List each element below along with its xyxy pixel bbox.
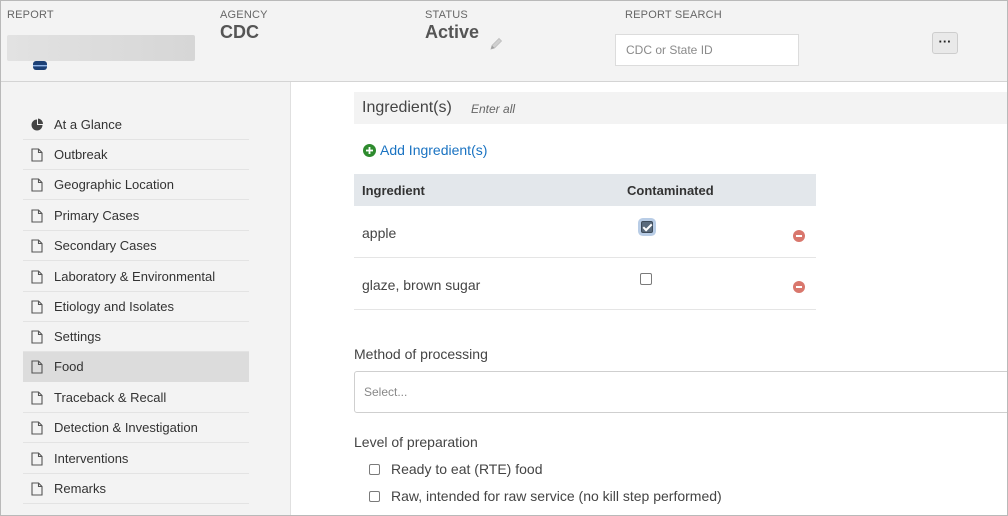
method-of-processing-select[interactable]: Select... xyxy=(354,371,1007,413)
edit-pencil-icon[interactable] xyxy=(488,36,504,52)
sidebar-item-label: Food xyxy=(54,359,84,374)
sidebar-item-label: Remarks xyxy=(54,481,107,496)
sidebar-item-label: Laboratory & Environmental xyxy=(54,269,216,284)
remove-ingredient-icon[interactable] xyxy=(793,281,805,293)
ingredient-name: glaze, brown sugar xyxy=(362,277,481,293)
document-icon xyxy=(31,239,43,253)
sidebar-item-label: Primary Cases xyxy=(54,208,140,223)
agency-value: CDC xyxy=(220,22,259,42)
document-icon xyxy=(31,178,43,192)
sidebar-item-label: Outbreak xyxy=(54,147,108,162)
sidebar-item-label: Detection & Investigation xyxy=(54,420,198,435)
remove-ingredient-icon[interactable] xyxy=(793,230,805,242)
food-section-content: Ingredient(s) Enter all Add Ingredient(s… xyxy=(291,82,1007,515)
sidebar-item-detection-investigation[interactable]: Detection & Investigation xyxy=(23,413,249,443)
plus-circle-icon xyxy=(363,144,376,157)
option-label: Ready to eat (RTE) food xyxy=(391,461,543,477)
column-header-contaminated: Contaminated xyxy=(627,183,714,198)
sidebar-item-secondary-cases[interactable]: Secondary Cases xyxy=(23,231,249,261)
ingredients-table-header: Ingredient Contaminated xyxy=(354,174,816,206)
status-value: Active xyxy=(425,22,480,42)
sidebar-item-label: Traceback & Recall xyxy=(54,390,167,405)
sidebar-item-traceback-recall[interactable]: Traceback & Recall xyxy=(23,383,249,413)
sidebar-item-label: Settings xyxy=(54,329,101,344)
sidebar-item-etiology-isolates[interactable]: Etiology and Isolates xyxy=(23,292,249,322)
table-row: glaze, brown sugar xyxy=(354,258,816,310)
table-row: apple xyxy=(354,206,816,258)
method-of-processing-label: Method of processing xyxy=(354,346,488,362)
document-icon xyxy=(31,270,43,284)
agency-label: AGENCY xyxy=(220,9,268,21)
sidebar-item-outbreak[interactable]: Outbreak xyxy=(23,140,249,170)
sidebar-item-geographic-location[interactable]: Geographic Location xyxy=(23,170,249,200)
ingredient-name: apple xyxy=(362,225,397,241)
sidebar-item-label: Interventions xyxy=(54,451,129,466)
sidebar-item-label: Etiology and Isolates xyxy=(54,299,174,314)
sidebar-item-food[interactable]: Food xyxy=(23,352,249,382)
sidebar-item-label: Geographic Location xyxy=(54,177,174,192)
document-icon xyxy=(31,391,43,405)
report-type-icon xyxy=(33,61,47,70)
document-icon xyxy=(31,300,43,314)
report-id-redacted xyxy=(7,35,195,61)
checkbox[interactable] xyxy=(369,464,380,475)
sidebar-nav: At a Glance Outbreak Geographic Location… xyxy=(1,82,291,515)
more-options-button[interactable]: ··· xyxy=(932,32,958,54)
document-icon xyxy=(31,482,43,496)
sidebar-item-label: Secondary Cases xyxy=(54,238,157,253)
ingredients-hint: Enter all xyxy=(471,102,516,116)
report-header: REPORT AGENCY CDC STATUS Active REPORT S… xyxy=(1,1,1007,82)
document-icon xyxy=(31,360,43,374)
column-header-ingredient: Ingredient xyxy=(362,183,425,198)
level-of-preparation-label: Level of preparation xyxy=(354,434,478,450)
ingredients-section-header: Ingredient(s) Enter all xyxy=(354,92,1007,124)
document-icon xyxy=(31,330,43,344)
ingredients-title: Ingredient(s) xyxy=(362,99,452,116)
report-search-input[interactable] xyxy=(615,34,799,66)
pie-chart-icon xyxy=(31,118,43,131)
document-icon xyxy=(31,421,43,435)
sidebar-item-laboratory-environmental[interactable]: Laboratory & Environmental xyxy=(23,262,249,292)
sidebar-item-settings[interactable]: Settings xyxy=(23,322,249,352)
add-ingredient-button[interactable]: Add Ingredient(s) xyxy=(363,142,487,158)
add-ingredient-label: Add Ingredient(s) xyxy=(380,142,488,158)
sidebar-item-at-a-glance[interactable]: At a Glance xyxy=(23,110,249,140)
select-placeholder: Select... xyxy=(364,385,408,399)
report-search-label: REPORT SEARCH xyxy=(625,9,722,21)
document-icon xyxy=(31,209,43,223)
sidebar-item-label: At a Glance xyxy=(54,117,122,132)
option-label: Raw, intended for raw service (no kill s… xyxy=(391,488,722,504)
sidebar-item-remarks[interactable]: Remarks xyxy=(23,474,249,504)
document-icon xyxy=(31,452,43,466)
contaminated-checkbox[interactable] xyxy=(641,221,653,233)
status-label: STATUS xyxy=(425,9,468,21)
report-label: REPORT xyxy=(7,9,54,21)
checkbox[interactable] xyxy=(369,491,380,502)
document-icon xyxy=(31,148,43,162)
contaminated-checkbox[interactable] xyxy=(640,273,652,285)
sidebar-item-interventions[interactable]: Interventions xyxy=(23,444,249,474)
app-frame: REPORT AGENCY CDC STATUS Active REPORT S… xyxy=(0,0,1008,516)
sidebar-item-primary-cases[interactable]: Primary Cases xyxy=(23,201,249,231)
